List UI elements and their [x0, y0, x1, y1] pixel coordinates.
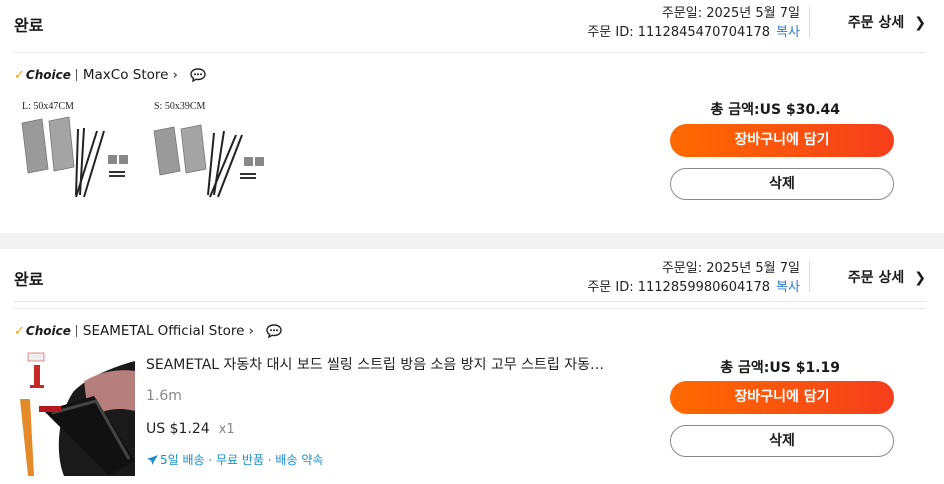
choice-badge: ✓ Choice	[14, 68, 71, 83]
divider	[75, 69, 77, 81]
check-icon: ✓	[14, 67, 25, 83]
check-icon: ✓	[14, 323, 25, 339]
product-title[interactable]: SEAMETAL 자동차 대시 보드 씰링 스트립 방음 소음 방지 고무 스트…	[146, 354, 616, 374]
order-total: 총 금액:US $1.19	[720, 360, 840, 376]
divider	[809, 7, 810, 38]
choice-label: Choice	[25, 68, 71, 82]
store-name: MaxCo Store	[82, 67, 169, 83]
order-header-divider	[14, 249, 926, 309]
choice-badge: ✓ Choice	[14, 324, 71, 339]
shipping-info: 5일 배송 · 무료 반품 · 배송 약속	[146, 451, 323, 468]
order-detail-link[interactable]: 주문 상세 ❯	[848, 12, 926, 32]
size-label-large: L: 50x47CM	[22, 101, 74, 112]
product-price-row: US $1.24 x1	[146, 421, 235, 437]
plane-icon	[147, 454, 158, 465]
order-date: 주문일: 2025년 5월 7일	[661, 6, 800, 21]
order-meta: 주문일: 2025년 5월 7일 주문 ID: 1112845470704178…	[587, 4, 800, 42]
chevron-right-icon: ❯	[914, 15, 926, 31]
product-price: US $1.24	[146, 421, 210, 437]
order-total: 총 금액:US $30.44	[710, 102, 840, 118]
order-status: 완료	[14, 16, 44, 35]
store-row: ✓ Choice MaxCo Store ›	[14, 65, 206, 85]
store-name: SEAMETAL Official Store	[82, 323, 245, 339]
order-header: 완료 주문일: 2025년 5월 7일 주문 ID: 1112845470704…	[14, 0, 926, 53]
delete-button[interactable]: 삭제	[670, 425, 894, 457]
product-quantity: x1	[218, 422, 235, 437]
choice-label: Choice	[25, 324, 71, 338]
size-label-small: S: 50x39CM	[154, 101, 206, 112]
add-to-cart-button[interactable]: 장바구니에 담기	[670, 124, 894, 157]
product-set-large	[21, 116, 128, 198]
store-link[interactable]: SEAMETAL Official Store ›	[83, 323, 254, 339]
divider	[75, 325, 77, 337]
store-link[interactable]: MaxCo Store ›	[83, 67, 178, 83]
product-image	[14, 351, 135, 476]
product-thumbnail[interactable]	[14, 351, 135, 476]
product-image[interactable]: L: 50x47CM S: 50x39CM	[14, 95, 268, 200]
chat-bubble-icon[interactable]	[266, 324, 282, 338]
order-id-row: 주문 ID: 1112845470704178 복사	[587, 23, 800, 42]
copy-order-id-button[interactable]: 복사	[776, 25, 800, 40]
chevron-right-icon: ›	[248, 323, 254, 339]
chat-bubble-icon[interactable]	[190, 68, 206, 82]
store-row: ✓ Choice SEAMETAL Official Store ›	[14, 321, 282, 341]
order-id: 주문 ID: 1112845470704178	[587, 25, 771, 40]
shipping-text: 5일 배송 · 무료 반품 · 배송 약속	[160, 453, 324, 467]
order-detail-label: 주문 상세	[847, 15, 905, 31]
product-set-small	[153, 124, 264, 198]
section-gap	[0, 233, 944, 249]
add-to-cart-button[interactable]: 장바구니에 담기	[670, 381, 894, 414]
chevron-right-icon: ›	[172, 67, 178, 83]
order-card-1: 완료 주문일: 2025년 5월 7일 주문 ID: 1112845470704…	[0, 0, 944, 233]
delete-button[interactable]: 삭제	[670, 168, 894, 200]
product-variant: 1.6m	[146, 388, 182, 404]
